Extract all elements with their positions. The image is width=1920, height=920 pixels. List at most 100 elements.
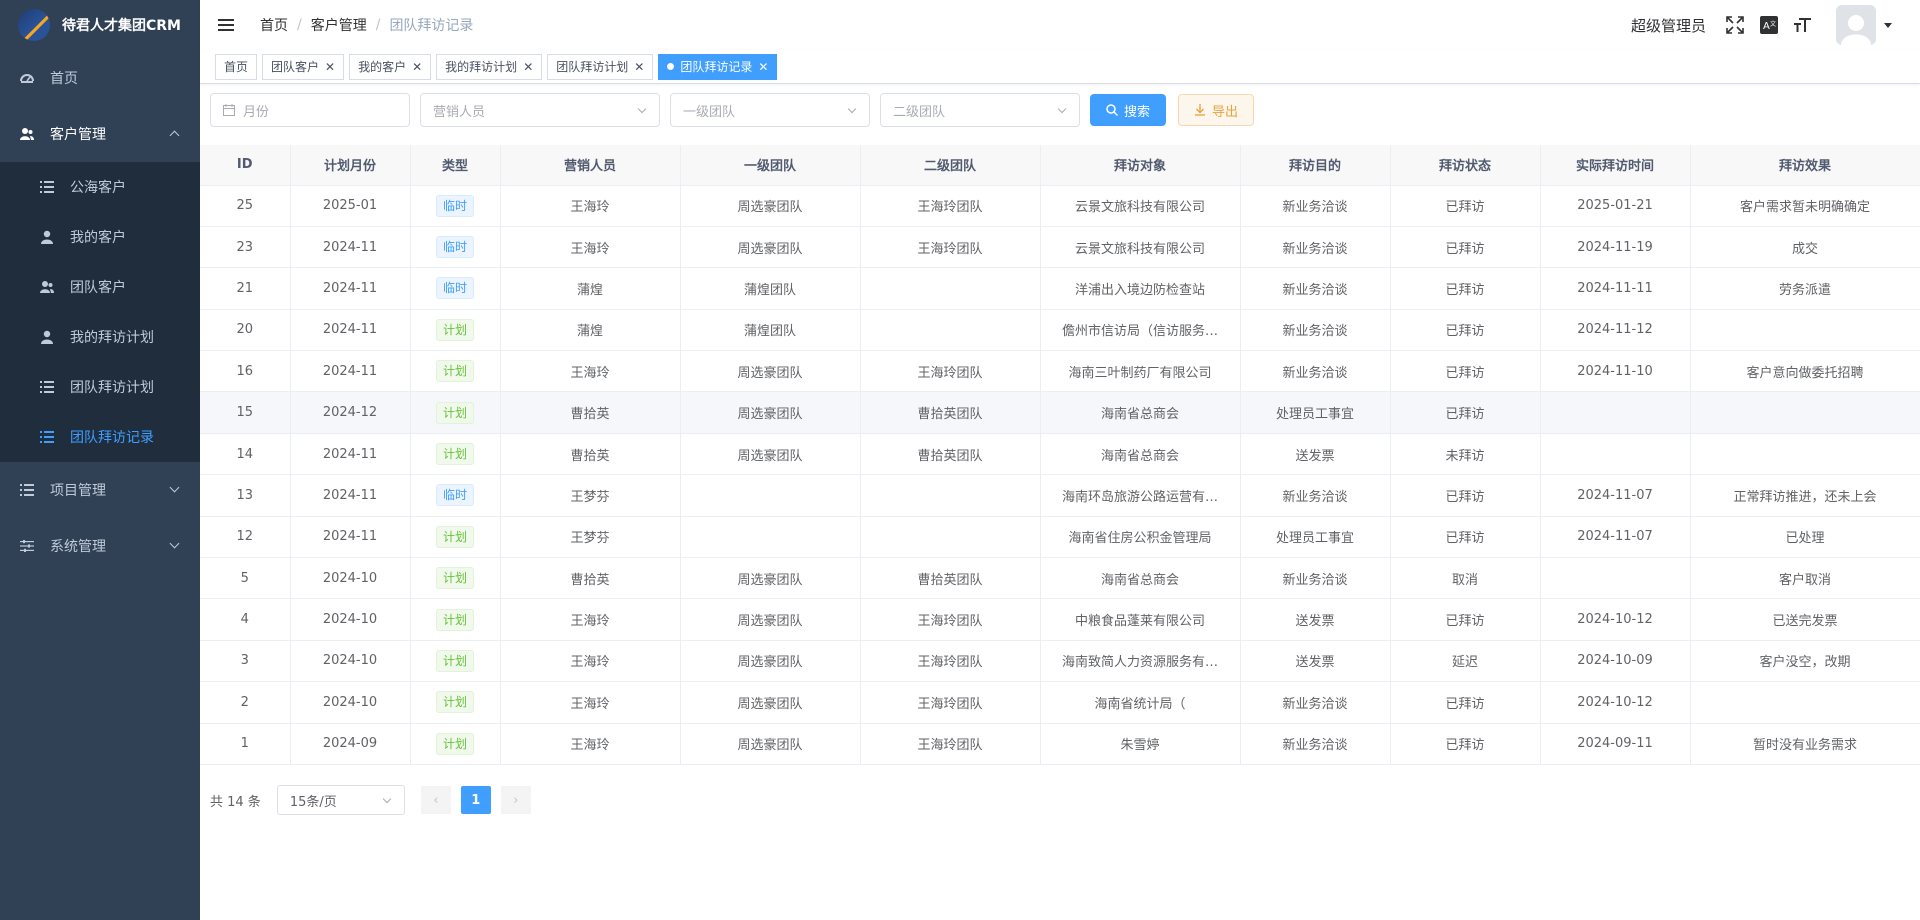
type-cell: 计划: [410, 433, 501, 476]
list-icon: [40, 430, 54, 444]
type-cell: 计划: [410, 640, 501, 683]
tag-team-visit-records[interactable]: 团队拜访记录 ✕: [658, 53, 778, 80]
month-picker[interactable]: 月份: [210, 93, 410, 127]
table-cell: 周选豪团队: [680, 391, 861, 434]
tag-my-customers[interactable]: 我的客户 ✕: [349, 53, 432, 80]
table-row[interactable]: 23 2024-11 临时 王海玲 周选豪团队 王海玲团队 云景文旅科技有限公司 新业务洽谈已…: [200, 226, 1920, 269]
close-icon[interactable]: ✕: [634, 60, 644, 74]
logo[interactable]: 待君人才集团CRM: [0, 0, 200, 50]
table-cell: [860, 267, 1041, 310]
table-cell: 2024-11: [290, 516, 411, 559]
table-cell: [680, 516, 861, 559]
export-button[interactable]: 导出: [1178, 94, 1255, 126]
table-cell: 2024-09-11: [1540, 723, 1691, 765]
team1-select[interactable]: 一级团队: [670, 93, 870, 127]
team2-placeholder: 二级团队: [893, 104, 946, 120]
table-cell: 2024-10-12: [1540, 598, 1691, 641]
sidebar-item-my-customers[interactable]: 我的客户: [0, 212, 200, 262]
sidebar-item-project-mgmt[interactable]: 项目管理: [0, 462, 200, 518]
hamburger-icon[interactable]: [218, 19, 234, 31]
table-cell: 新业务洽谈: [1240, 723, 1391, 765]
chevron-down-icon: [637, 104, 647, 114]
tag-my-visit-plan[interactable]: 我的拜访计划 ✕: [436, 53, 543, 80]
table-row[interactable]: 13 2024-11 临时 王梦芬 海南环岛旅游公路运营有… 新业务洽谈 已拜访 2024-1…: [200, 474, 1920, 517]
type-cell: 计划: [410, 309, 501, 352]
sidebar-item-label: 系统管理: [50, 539, 106, 555]
sidebar-item-system-mgmt[interactable]: 系统管理: [0, 518, 200, 574]
type-cell: 计划: [410, 391, 501, 434]
search-icon: [1106, 104, 1118, 116]
column-header: ID: [200, 145, 291, 186]
tag-label: 团队拜访记录: [680, 60, 753, 74]
sidebar-item-public-customers[interactable]: 公海客户: [0, 162, 200, 212]
search-button[interactable]: 搜索: [1090, 94, 1167, 126]
table-cell: 2024-11: [290, 433, 411, 476]
table-row[interactable]: 3 2024-10 计划 王海玲 周选豪团队 王海玲团队 海南致简人力资源服务有… 送发票 延迟…: [200, 640, 1920, 683]
table-cell: 23: [200, 226, 291, 269]
table-cell: [680, 474, 861, 517]
table-cell: 送发票: [1240, 640, 1391, 683]
prev-page-button[interactable]: ‹: [420, 786, 451, 814]
close-icon[interactable]: ✕: [758, 60, 768, 74]
tag-home[interactable]: 首页: [215, 53, 258, 80]
sidebar-item-my-visit-plan[interactable]: 我的拜访计划: [0, 312, 200, 362]
column-header: 计划月份: [290, 145, 411, 186]
sidebar-item-label: 客户管理: [50, 127, 106, 143]
avatar[interactable]: [1836, 5, 1876, 45]
sidebar-item-team-visit-plan[interactable]: 团队拜访计划: [0, 362, 200, 412]
tag-label: 团队拜访计划: [556, 60, 629, 74]
table-row[interactable]: 4 2024-10 计划 王海玲 周选豪团队 王海玲团队 中粮食品蓬莱有限公司 送发票 已拜访 2…: [200, 598, 1920, 641]
table-cell: 王海玲团队: [860, 681, 1041, 724]
type-badge: 计划: [435, 401, 474, 424]
table-cell: 海南省统计局（: [1040, 681, 1241, 724]
table-cell: 13: [200, 474, 291, 517]
type-badge: 计划: [435, 443, 474, 466]
sidebar-item-customer-mgmt[interactable]: 客户管理: [0, 106, 200, 162]
breadcrumb-customer-mgmt[interactable]: 客户管理: [311, 15, 367, 35]
team2-select[interactable]: 二级团队: [880, 93, 1080, 127]
table-cell: 送发票: [1240, 598, 1391, 641]
tag-team-customers[interactable]: 团队客户 ✕: [262, 53, 345, 80]
table-cell: 劳务派遣: [1690, 267, 1920, 310]
table-row[interactable]: 2 2024-10 计划 王海玲 周选豪团队 王海玲团队 海南省统计局（ 新业务洽谈 已拜访 20…: [200, 681, 1920, 724]
table-cell: 2024-11-07: [1540, 516, 1691, 559]
table-row[interactable]: 15 2024-12 计划 曹拾英 周选豪团队 曹拾英团队 海南省总商会 处理员工事宜 已拜访: [200, 391, 1920, 434]
sidebar-item-home[interactable]: 首页: [0, 50, 200, 106]
table-row[interactable]: 14 2024-11 计划 曹拾英 周选豪团队 曹拾英团队 海南省总商会 送发票 未拜访: [200, 433, 1920, 476]
sales-select[interactable]: 营销人员: [420, 93, 660, 127]
table-cell: 海南致简人力资源服务有…: [1040, 640, 1241, 683]
table-cell: 2024-10: [290, 557, 411, 600]
table-cell: 未拜访: [1390, 433, 1541, 476]
sidebar-item-label: 首页: [50, 71, 78, 87]
table-row[interactable]: 5 2024-10 计划 曹拾英 周选豪团队 曹拾英团队 海南省总商会 新业务洽谈 取消 客户取消: [200, 557, 1920, 600]
page-size-select[interactable]: 15条/页: [276, 785, 405, 815]
table-cell: 1: [200, 723, 291, 765]
table-row[interactable]: 20 2024-11 计划 蒲煌 蒲煌团队 儋州市信访局（信访服务… 新业务洽谈 已拜访 202…: [200, 309, 1920, 352]
column-header: 类型: [410, 145, 501, 186]
sidebar-item-team-visit-records[interactable]: 团队拜访记录: [0, 412, 200, 462]
translate-icon[interactable]: A文: [1760, 16, 1778, 34]
table-row[interactable]: 12 2024-11 计划 王梦芬 海南省住房公积金管理局 处理员工事宜 已拜访 2024-1…: [200, 516, 1920, 559]
tag-team-visit-plan[interactable]: 团队拜访计划 ✕: [547, 53, 654, 80]
list-icon: [20, 483, 34, 497]
table-row[interactable]: 25 2025-01 临时 王海玲 周选豪团队 王海玲团队 云景文旅科技有限公司 新业务洽谈已…: [200, 185, 1920, 227]
sidebar-item-team-customers[interactable]: 团队客户: [0, 262, 200, 312]
table-cell: [860, 309, 1041, 352]
page-number-button[interactable]: 1: [460, 786, 491, 814]
close-icon[interactable]: ✕: [523, 60, 533, 74]
table-cell: 周选豪团队: [680, 681, 861, 724]
table-row[interactable]: 21 2024-11 临时 蒲煌 蒲煌团队 洋浦出入境边防检查站 新业务洽谈 已拜访 2024-…: [200, 267, 1920, 310]
table-row[interactable]: 16 2024-11 计划 王海玲 周选豪团队 王海玲团队 海南三叶制药厂有限公司 新业务洽谈…: [200, 350, 1920, 393]
table-row[interactable]: 1 2024-09 计划 王海玲 周选豪团队 王海玲团队 朱雪婷 新业务洽谈 已拜访 2024-0…: [200, 723, 1920, 765]
chevron-down-icon: [847, 104, 857, 114]
type-badge: 计划: [435, 567, 474, 590]
next-page-button[interactable]: ›: [500, 786, 531, 814]
close-icon[interactable]: ✕: [325, 60, 335, 74]
fullscreen-icon[interactable]: [1726, 16, 1744, 34]
column-header: 拜访对象: [1040, 145, 1241, 186]
breadcrumb-home[interactable]: 首页: [260, 15, 288, 35]
type-badge: 计划: [435, 732, 474, 755]
caret-down-icon[interactable]: [1884, 22, 1892, 28]
font-size-icon[interactable]: [1794, 16, 1812, 34]
close-icon[interactable]: ✕: [412, 60, 422, 74]
